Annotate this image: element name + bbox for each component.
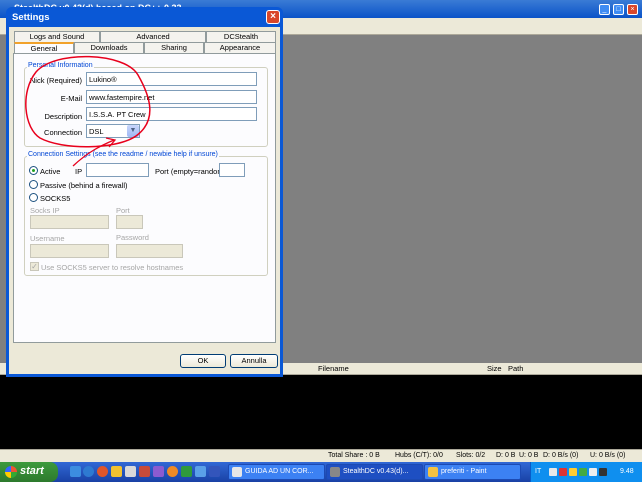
tab-appearance[interactable]: Appearance [204, 42, 276, 53]
close-icon[interactable]: × [627, 3, 638, 15]
passive-label: Passive (behind a firewall) [40, 181, 128, 190]
taskbar-button-paint[interactable]: preferiti - Paint [424, 464, 521, 480]
socks-ip-input[interactable] [30, 215, 109, 229]
personal-info-legend: Personal Information [27, 62, 94, 69]
description-label: Description [44, 112, 82, 121]
socks-port-input[interactable] [116, 215, 143, 229]
quicklaunch-app3-icon[interactable] [167, 466, 178, 477]
tray-network-icon[interactable] [549, 468, 557, 476]
taskbar-button-label: preferiti - Paint [441, 468, 487, 475]
app-transfer-list [0, 375, 642, 449]
tray-messenger-icon[interactable] [569, 468, 577, 476]
tray-app-icon[interactable] [579, 468, 587, 476]
email-label: E-Mail [60, 94, 82, 103]
socks5-radio[interactable] [29, 193, 38, 202]
quicklaunch-media-icon[interactable] [139, 466, 150, 477]
tray-volume-icon[interactable] [589, 468, 597, 476]
app-window-controls: _ □ × [599, 0, 638, 18]
quicklaunch-app5-icon[interactable] [195, 466, 206, 477]
tab-sharing[interactable]: Sharing [144, 42, 204, 53]
tab-advanced[interactable]: Advanced [100, 31, 206, 42]
quicklaunch-app2-icon[interactable] [153, 466, 164, 477]
socks5-label: SOCKS5 [40, 194, 71, 203]
app-statusbar: Total Share : 0 B Hubs (C/T): 0/0 Slots:… [0, 449, 642, 462]
port-label: Port (empty=random) [155, 167, 227, 176]
cancel-button[interactable]: Annulla [230, 354, 278, 368]
status-download-rate: D: 0 B/s (0) [543, 452, 579, 459]
taskbar-button-guida[interactable]: GUIDA AD UN COR... [228, 464, 325, 480]
document-icon [232, 467, 242, 477]
status-total-share: Total Share : 0 B [328, 452, 380, 459]
connection-label: Connection [44, 128, 82, 137]
tab-general[interactable]: General [14, 42, 74, 53]
status-uploaded: U: 0 B [519, 452, 539, 459]
status-hubs: Hubs (C/T): 0/0 [395, 452, 443, 459]
taskbar-button-stealthdc[interactable]: StealthDC v0.43(d)... [326, 464, 423, 480]
socks-port-label: Port [116, 206, 130, 215]
quicklaunch-app6-icon[interactable] [209, 466, 220, 477]
socks-ip-label: Socks IP [30, 206, 60, 215]
resolve-hostnames-label: Use SOCKS5 server to resolve hostnames [41, 263, 184, 272]
nick-input[interactable]: Lukino® [86, 72, 257, 86]
username-input[interactable] [30, 244, 109, 258]
chevron-down-icon[interactable]: ▼ [127, 125, 139, 137]
tab-dcstealth[interactable]: DCStealth [206, 31, 276, 42]
system-tray: IT 9.48 [530, 462, 642, 482]
clock: 9.48 [620, 468, 634, 475]
stealthdc-icon [330, 467, 340, 477]
active-label: Active [40, 167, 61, 176]
active-radio[interactable] [29, 166, 38, 175]
port-input[interactable] [219, 163, 245, 177]
connection-settings-legend: Connection Settings (see the readme / ne… [27, 151, 219, 158]
quicklaunch-app4-icon[interactable] [181, 466, 192, 477]
close-icon[interactable]: × [266, 10, 280, 24]
resolve-hostnames-checkbox[interactable]: ✓ [30, 262, 39, 271]
windows-logo-icon [5, 466, 17, 478]
quicklaunch-firefox-icon[interactable] [97, 466, 108, 477]
column-path[interactable]: Path [508, 364, 523, 373]
password-input[interactable] [116, 244, 183, 258]
status-slots: Slots: 0/2 [456, 452, 486, 459]
maximize-icon[interactable]: □ [613, 3, 624, 15]
quicklaunch-app-icon[interactable] [125, 466, 136, 477]
quicklaunch-ie-icon[interactable] [83, 466, 94, 477]
ip-label: IP [75, 167, 83, 176]
quicklaunch-folder-icon[interactable] [111, 466, 122, 477]
tab-logs-and-sound[interactable]: Logs and Sound [14, 31, 100, 42]
language-indicator[interactable]: IT [535, 468, 541, 475]
tray-shield-icon[interactable] [599, 468, 607, 476]
passive-radio[interactable] [29, 180, 38, 189]
description-input[interactable]: I.S.S.A. PT Crew [86, 107, 257, 121]
tray-antivirus-icon[interactable] [559, 468, 567, 476]
taskbar-button-label: StealthDC v0.43(d)... [343, 468, 409, 475]
taskbar-button-label: GUIDA AD UN COR... [245, 468, 314, 475]
column-size[interactable]: Size [487, 364, 502, 373]
email-input[interactable]: www.fastempire.net [86, 90, 257, 104]
username-label: Username [30, 234, 65, 243]
ip-input[interactable] [86, 163, 149, 177]
password-label: Password [116, 233, 149, 242]
column-filename[interactable]: Filename [318, 364, 349, 373]
quicklaunch-desktop-icon[interactable] [70, 466, 81, 477]
paint-icon [428, 467, 438, 477]
tab-downloads[interactable]: Downloads [74, 42, 144, 53]
dialog-title: Settings [12, 12, 50, 23]
status-upload-rate: U: 0 B/s (0) [590, 452, 626, 459]
nick-label: Nick (Required) [29, 76, 82, 85]
status-downloaded: D: 0 B [496, 452, 516, 459]
ok-button[interactable]: OK [180, 354, 226, 368]
minimize-icon[interactable]: _ [599, 3, 610, 15]
